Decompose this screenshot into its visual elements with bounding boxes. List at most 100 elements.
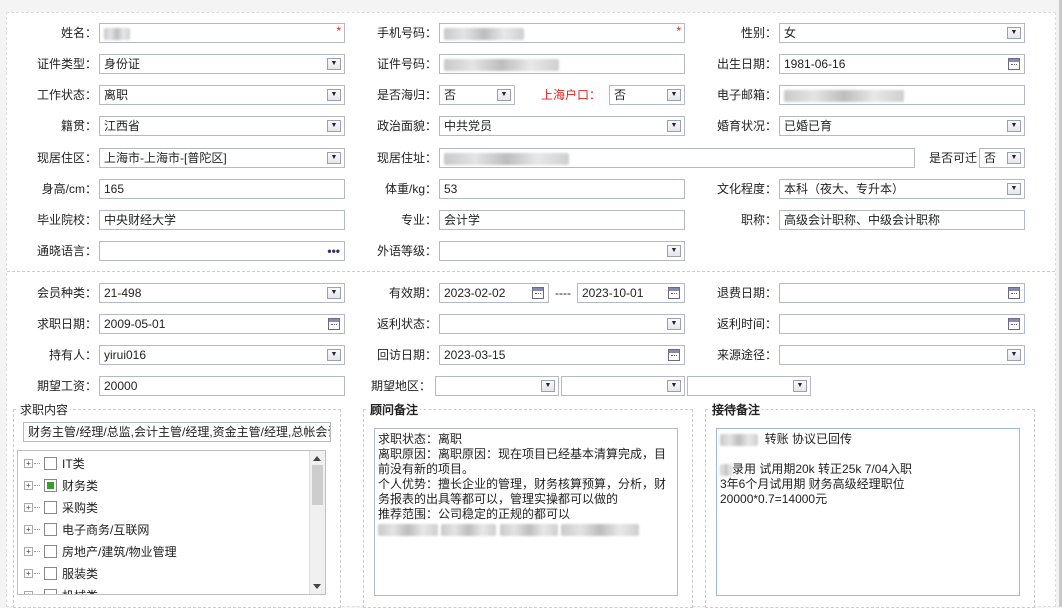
tree-item-label: 电子商务/互联网 bbox=[62, 523, 150, 537]
phone-field[interactable]: * bbox=[439, 23, 685, 43]
chevron-down-icon[interactable]: ▼ bbox=[327, 349, 341, 361]
education-select[interactable]: 本科（夜大、专升本） ▼ bbox=[779, 179, 1025, 199]
chevron-down-icon[interactable]: ▼ bbox=[327, 120, 341, 132]
title-field[interactable]: 高级会计职称、中级会计职称 bbox=[779, 210, 1025, 230]
rebate-time-field[interactable] bbox=[779, 314, 1025, 334]
chevron-down-icon[interactable]: ▼ bbox=[1007, 349, 1021, 361]
tree-item-ecommerce[interactable]: + 电子商务/互联网 bbox=[18, 519, 308, 541]
chevron-down-icon[interactable]: ▼ bbox=[1007, 120, 1021, 132]
region-select-1[interactable]: ▼ bbox=[435, 376, 559, 396]
tree-scrollbar[interactable] bbox=[309, 451, 325, 594]
expand-icon[interactable]: + bbox=[24, 569, 33, 578]
address-field[interactable] bbox=[439, 148, 915, 168]
scroll-down-icon[interactable] bbox=[313, 584, 321, 589]
job-seek-date-field[interactable]: 2009-05-01 bbox=[99, 314, 345, 334]
refund-date-field[interactable] bbox=[779, 283, 1025, 303]
scroll-up-icon[interactable] bbox=[313, 456, 321, 461]
expected-salary-field[interactable]: 20000 bbox=[99, 376, 345, 396]
major-field[interactable]: 会计学 bbox=[439, 210, 685, 230]
source-label: 来源途径： bbox=[716, 348, 777, 362]
hukou-select[interactable]: 否 ▼ bbox=[609, 85, 685, 105]
chevron-down-icon[interactable]: ▼ bbox=[327, 152, 341, 164]
checkbox-checked[interactable] bbox=[44, 479, 57, 492]
height-label: 身高/cm： bbox=[41, 182, 97, 196]
chevron-down-icon[interactable]: ▼ bbox=[667, 120, 681, 132]
expand-icon[interactable]: + bbox=[24, 547, 33, 556]
work-status-select[interactable]: 离职 ▼ bbox=[99, 85, 345, 105]
tree-item-realestate[interactable]: + 房地产/建筑/物业管理 bbox=[18, 541, 308, 563]
positions-field[interactable]: 财务主管/经理/总监,会计主管/经理,资金主管/经理,总帐会计 bbox=[23, 422, 331, 442]
calendar-icon[interactable] bbox=[1008, 58, 1020, 70]
chevron-down-icon[interactable]: ▼ bbox=[1007, 152, 1021, 164]
checkbox[interactable] bbox=[44, 523, 57, 536]
expand-icon[interactable]: + bbox=[24, 525, 33, 534]
revisit-date-field[interactable]: 2023-03-15 bbox=[439, 345, 685, 365]
checkbox[interactable] bbox=[44, 589, 57, 594]
birth-date-value: 1981-06-16 bbox=[784, 57, 846, 71]
political-select[interactable]: 中共党员 ▼ bbox=[439, 116, 685, 136]
chevron-down-icon[interactable]: ▼ bbox=[667, 318, 681, 330]
calendar-icon[interactable] bbox=[328, 318, 340, 330]
marital-select[interactable]: 已婚已育 ▼ bbox=[779, 116, 1025, 136]
region-select-3[interactable]: ▼ bbox=[687, 376, 811, 396]
chevron-down-icon[interactable]: ▼ bbox=[327, 58, 341, 70]
tree-item-it[interactable]: + IT类 bbox=[18, 453, 308, 475]
source-select[interactable]: ▼ bbox=[779, 345, 1025, 365]
tree-item-apparel[interactable]: + 服装类 bbox=[18, 563, 308, 585]
advisor-notes-textarea[interactable]: 求职状态：离职 离职原因：离职原因：现在项目已经基本清算完成，目前没有新的项目。… bbox=[374, 428, 678, 596]
chevron-down-icon[interactable]: ▼ bbox=[1007, 27, 1021, 39]
residence-select[interactable]: 上海市-上海市-[普陀区] ▼ bbox=[99, 148, 345, 168]
id-number-field[interactable] bbox=[439, 54, 685, 74]
height-field[interactable]: 165 bbox=[99, 179, 345, 199]
scroll-thumb[interactable] bbox=[312, 465, 323, 505]
overseas-select[interactable]: 否 ▼ bbox=[439, 85, 515, 105]
validity-start-field[interactable]: 2023-02-02 bbox=[439, 283, 549, 303]
calendar-icon[interactable] bbox=[668, 287, 680, 299]
email-field[interactable] bbox=[779, 85, 1025, 105]
weight-field[interactable]: 53 bbox=[439, 179, 685, 199]
chevron-down-icon[interactable]: ▼ bbox=[667, 380, 681, 392]
expand-icon[interactable]: + bbox=[24, 481, 33, 490]
chevron-down-icon[interactable]: ▼ bbox=[327, 287, 341, 299]
region-select-2[interactable]: ▼ bbox=[561, 376, 685, 396]
school-field[interactable]: 中央财经大学 bbox=[99, 210, 345, 230]
languages-field[interactable]: ••• bbox=[99, 241, 345, 261]
gender-select[interactable]: 女 ▼ bbox=[779, 23, 1025, 43]
native-place-select[interactable]: 江西省 ▼ bbox=[99, 116, 345, 136]
chevron-down-icon[interactable]: ▼ bbox=[793, 380, 807, 392]
relocatable-select[interactable]: 否 ▼ bbox=[979, 148, 1025, 168]
chevron-down-icon[interactable]: ▼ bbox=[541, 380, 555, 392]
expand-icon[interactable]: + bbox=[24, 459, 33, 468]
calendar-icon[interactable] bbox=[1008, 287, 1020, 299]
tree-item-machinery[interactable]: + 机械类 bbox=[18, 585, 308, 594]
id-type-select[interactable]: 身份证 ▼ bbox=[99, 54, 345, 74]
tree-item-purchasing[interactable]: + 采购类 bbox=[18, 497, 308, 519]
chevron-down-icon[interactable]: ▼ bbox=[1007, 183, 1021, 195]
chevron-down-icon[interactable]: ▼ bbox=[667, 245, 681, 257]
checkbox[interactable] bbox=[44, 545, 57, 558]
checkbox[interactable] bbox=[44, 457, 57, 470]
member-type-select[interactable]: 21-498 ▼ bbox=[99, 283, 345, 303]
validity-end-field[interactable]: 2023-10-01 bbox=[577, 283, 685, 303]
name-field[interactable]: * bbox=[99, 23, 345, 43]
calendar-icon[interactable] bbox=[668, 349, 680, 361]
birth-date-field[interactable]: 1981-06-16 bbox=[779, 54, 1025, 74]
checkbox[interactable] bbox=[44, 567, 57, 580]
holder-select[interactable]: yirui016 ▼ bbox=[99, 345, 345, 365]
expand-icon[interactable]: + bbox=[24, 503, 33, 512]
more-icon[interactable]: ••• bbox=[327, 242, 340, 260]
expand-icon[interactable]: + bbox=[24, 591, 33, 594]
chevron-down-icon[interactable]: ▼ bbox=[667, 89, 681, 101]
expected-salary-label: 期望工资： bbox=[36, 379, 97, 393]
foreign-level-select[interactable]: ▼ bbox=[439, 241, 685, 261]
reception-notes-textarea[interactable]: 转账 协议已回传 录用 试用期20k 转正25k 7/04入职 3年6个月试用期… bbox=[716, 428, 1020, 596]
tree-item-finance[interactable]: + 财务类 bbox=[18, 475, 308, 497]
native-place-value: 江西省 bbox=[104, 119, 141, 133]
calendar-icon[interactable] bbox=[532, 287, 544, 299]
hukou-label: 上海户口： bbox=[540, 88, 601, 102]
checkbox[interactable] bbox=[44, 501, 57, 514]
chevron-down-icon[interactable]: ▼ bbox=[497, 89, 511, 101]
chevron-down-icon[interactable]: ▼ bbox=[327, 89, 341, 101]
rebate-status-select[interactable]: ▼ bbox=[439, 314, 685, 334]
calendar-icon[interactable] bbox=[1008, 318, 1020, 330]
